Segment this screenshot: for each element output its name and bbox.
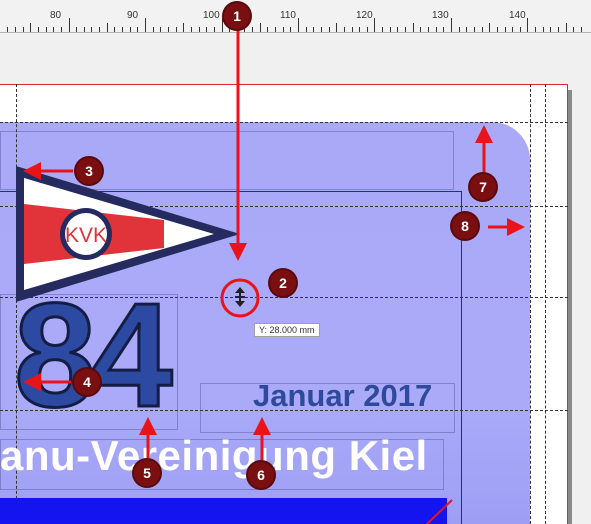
annotation-marker: 5 [134, 460, 160, 486]
annotation-marker: 4 [74, 369, 100, 395]
annotation-marker: 8 [452, 213, 478, 239]
annotation-marker: 2 [270, 270, 296, 296]
annotation-marker: 7 [470, 174, 496, 200]
annotation-marker: 6 [248, 462, 274, 488]
annotation-arrows [23, 30, 525, 460]
annotation-marker: 1 [224, 3, 250, 29]
annotation-marker: 3 [76, 158, 102, 184]
